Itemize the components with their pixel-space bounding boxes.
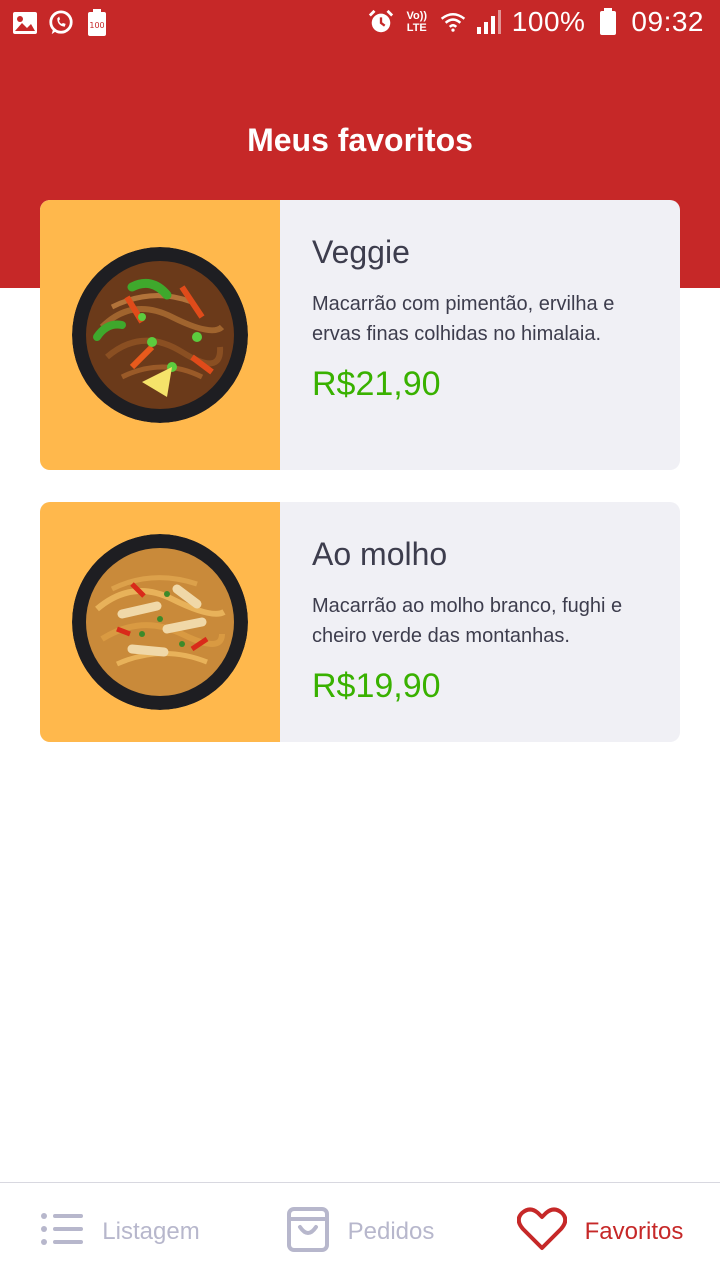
nav-label-pedidos: Pedidos [347,1217,435,1245]
dish-image-ao-molho [72,534,248,710]
lte-label: LTE [406,22,427,34]
dish-name: Ao molho [312,536,448,572]
volte-icon: Vo)) LTE [404,7,430,37]
heart-icon [516,1207,567,1256]
dish-description: Macarrão ao molho branco, fughi e cheiro… [312,595,623,647]
battery-saver-icon: 100 [84,8,110,38]
nav-item-pedidos[interactable]: Pedidos [240,1183,480,1280]
dish-price: R$19,90 [312,667,441,705]
dish-image-veggie [72,247,248,423]
bottom-navigation: Listagem Pedidos Favoritos [0,1182,720,1280]
wifi-icon [440,7,466,37]
battery-saver-label: 100 [89,21,104,30]
dish-description: Macarrão com pimentão, ervilha e ervas f… [312,293,615,345]
nav-item-listagem[interactable]: Listagem [0,1183,240,1280]
battery-percentage: 100% [511,6,586,37]
page-title: Meus favoritos [247,122,473,158]
favorite-card-ao-molho[interactable]: Ao molho Macarrão ao molho branco, fughi… [40,502,680,742]
favorite-card-veggie[interactable]: Veggie Macarrão com pimentão, ervilha e … [40,200,680,470]
clock: 09:32 [631,6,704,37]
shopping-bag-icon [286,1205,330,1258]
dish-thumbnail [40,200,280,470]
whatsapp-icon [48,8,74,38]
card-body: Veggie Macarrão com pimentão, ervilha e … [280,200,680,470]
dish-thumbnail [40,502,280,742]
battery-icon [595,7,621,37]
gallery-icon [12,8,38,38]
nav-label-favoritos: Favoritos [584,1217,684,1245]
alarm-icon [368,7,394,37]
favorites-list: Veggie Macarrão com pimentão, ervilha e … [40,200,680,774]
list-icon [40,1212,84,1251]
card-body: Ao molho Macarrão ao molho branco, fughi… [280,502,680,742]
status-bar: 100 Vo)) LTE 100% 09:32 [0,0,720,48]
volte-label: Vo)) [406,10,428,22]
dish-name: Veggie [312,234,410,270]
dish-price: R$21,90 [312,365,441,403]
nav-label-listagem: Listagem [102,1217,200,1245]
signal-icon [476,7,502,37]
nav-item-favoritos[interactable]: Favoritos [480,1183,720,1280]
